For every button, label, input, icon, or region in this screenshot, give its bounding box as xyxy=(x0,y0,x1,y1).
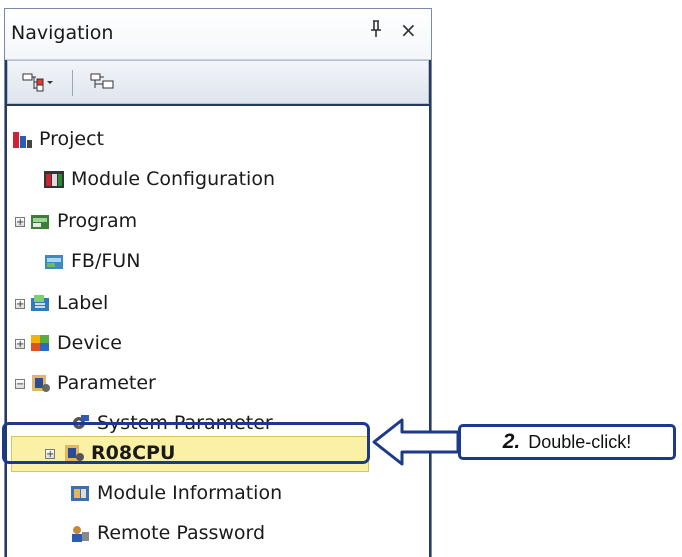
label-icon xyxy=(31,295,49,311)
tree-item-module-information[interactable]: Module Information xyxy=(69,476,282,510)
tree-item-project[interactable]: Project xyxy=(11,122,104,156)
system-parameter-icon xyxy=(73,415,89,429)
tree-item-system-parameter[interactable]: System Parameter xyxy=(69,406,273,440)
tree-view-icon[interactable] xyxy=(90,72,116,92)
pin-icon[interactable] xyxy=(368,18,384,43)
fb-fun-icon xyxy=(45,255,63,269)
tree-item-label: Module Information xyxy=(97,482,283,504)
project-icon xyxy=(13,132,32,148)
tree-item-r08cpu[interactable]: R08CPU xyxy=(63,436,175,470)
module-configuration-icon xyxy=(44,171,64,188)
expand-device-icon[interactable]: + xyxy=(15,339,25,350)
project-tree: Project Module Configuration + Program F… xyxy=(7,106,429,557)
toolbar-separator xyxy=(72,70,73,96)
tree-item-parameter[interactable]: Parameter xyxy=(29,366,156,400)
collapse-parameter-icon[interactable]: − xyxy=(15,379,25,390)
expand-collapse-menu-icon[interactable] xyxy=(22,72,56,92)
tree-item-module-configuration[interactable]: Module Configuration xyxy=(43,162,275,196)
tree-item-label: System Parameter xyxy=(97,412,273,434)
callout-step-number: 2. xyxy=(502,430,521,453)
tree-item-label: Project xyxy=(39,128,105,150)
expand-label-icon[interactable]: + xyxy=(15,299,25,310)
callout-arrow-icon xyxy=(372,418,460,466)
tree-item-label: Remote Password xyxy=(97,522,266,544)
remote-password-icon xyxy=(72,526,89,542)
navigation-toolbar xyxy=(7,60,429,104)
cpu-parameter-icon xyxy=(65,445,84,461)
device-icon xyxy=(31,335,49,351)
tree-item-label: Module Configuration xyxy=(71,168,275,190)
tree-item-fb-fun[interactable]: FB/FUN xyxy=(43,244,140,278)
callout-box: 2. Double-click! xyxy=(458,424,676,460)
panel-titlebar: Navigation × xyxy=(5,9,431,60)
tree-item-label: Device xyxy=(57,332,122,354)
module-information-icon xyxy=(71,486,89,501)
tree-item-program[interactable]: Program xyxy=(29,204,137,238)
expand-r08cpu-icon[interactable]: + xyxy=(45,449,55,460)
tree-item-label: FB/FUN xyxy=(71,250,141,272)
tree-item-label: Parameter xyxy=(57,372,156,394)
expand-program-icon[interactable]: + xyxy=(15,217,25,228)
parameter-icon xyxy=(32,375,50,392)
close-icon[interactable]: × xyxy=(400,18,417,42)
tree-item-label: Program xyxy=(57,210,138,232)
tree-item-label: R08CPU xyxy=(91,442,176,464)
panel-title: Navigation xyxy=(11,22,114,44)
tree-item-label[interactable]: Label xyxy=(29,286,108,320)
navigation-panel: Navigation × Project Module Configuratio… xyxy=(4,8,432,557)
tree-item-device[interactable]: Device xyxy=(29,326,122,360)
tree-item-label: Label xyxy=(57,292,109,314)
tree-item-remote-password[interactable]: Remote Password xyxy=(69,516,265,550)
callout-text: Double-click! xyxy=(528,431,632,452)
program-icon xyxy=(31,215,49,229)
